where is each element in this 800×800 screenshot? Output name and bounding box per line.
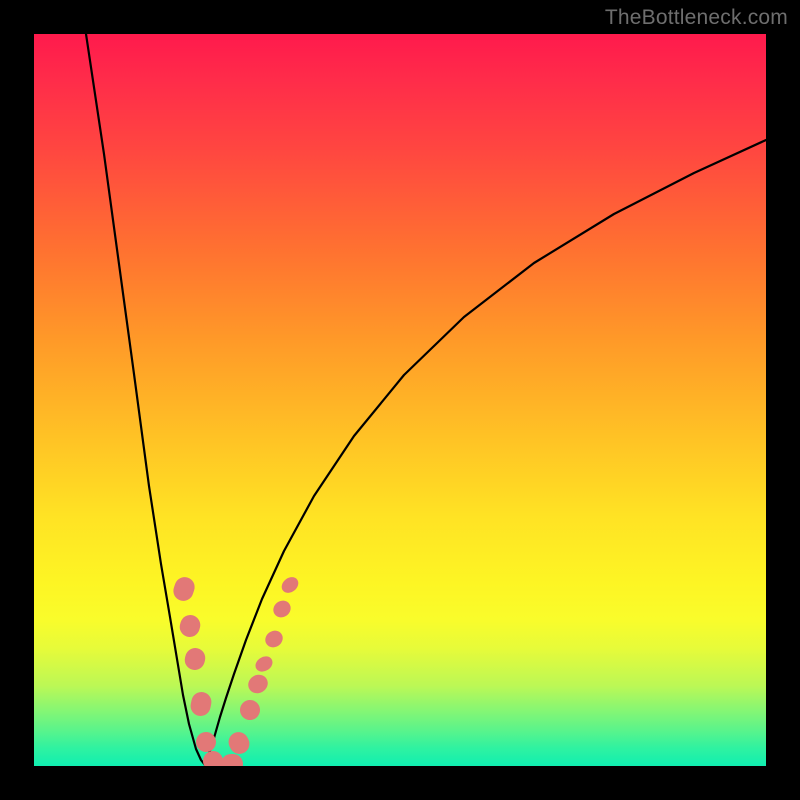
marker-point [253, 653, 276, 674]
marker-point [189, 690, 214, 718]
marker-capsule [253, 653, 276, 674]
marker-capsule [262, 627, 286, 650]
marker-capsule [245, 671, 271, 697]
watermark-text: TheBottleneck.com [605, 6, 788, 30]
marker-point [262, 627, 286, 650]
marker-capsule [177, 613, 202, 640]
chart-outer-frame: TheBottleneck.com [0, 0, 800, 800]
marker-point [171, 574, 197, 603]
marker-capsule [279, 574, 302, 596]
marker-capsule [221, 754, 243, 766]
marker-point [279, 574, 302, 596]
marker-capsule [183, 646, 208, 672]
marker-capsule [189, 690, 214, 718]
marker-capsule [171, 574, 197, 603]
marker-point [183, 646, 208, 672]
marker-point [177, 613, 202, 640]
marker-point [270, 597, 294, 621]
marker-capsule [225, 729, 253, 758]
marker-capsule [236, 696, 263, 723]
curve-right-curve [205, 140, 766, 765]
marker-point [221, 754, 243, 766]
marker-point [236, 696, 263, 723]
marker-point [225, 729, 253, 758]
plot-area [34, 34, 766, 766]
marker-point [245, 671, 271, 697]
chart-svg [34, 34, 766, 766]
marker-capsule [270, 597, 294, 621]
